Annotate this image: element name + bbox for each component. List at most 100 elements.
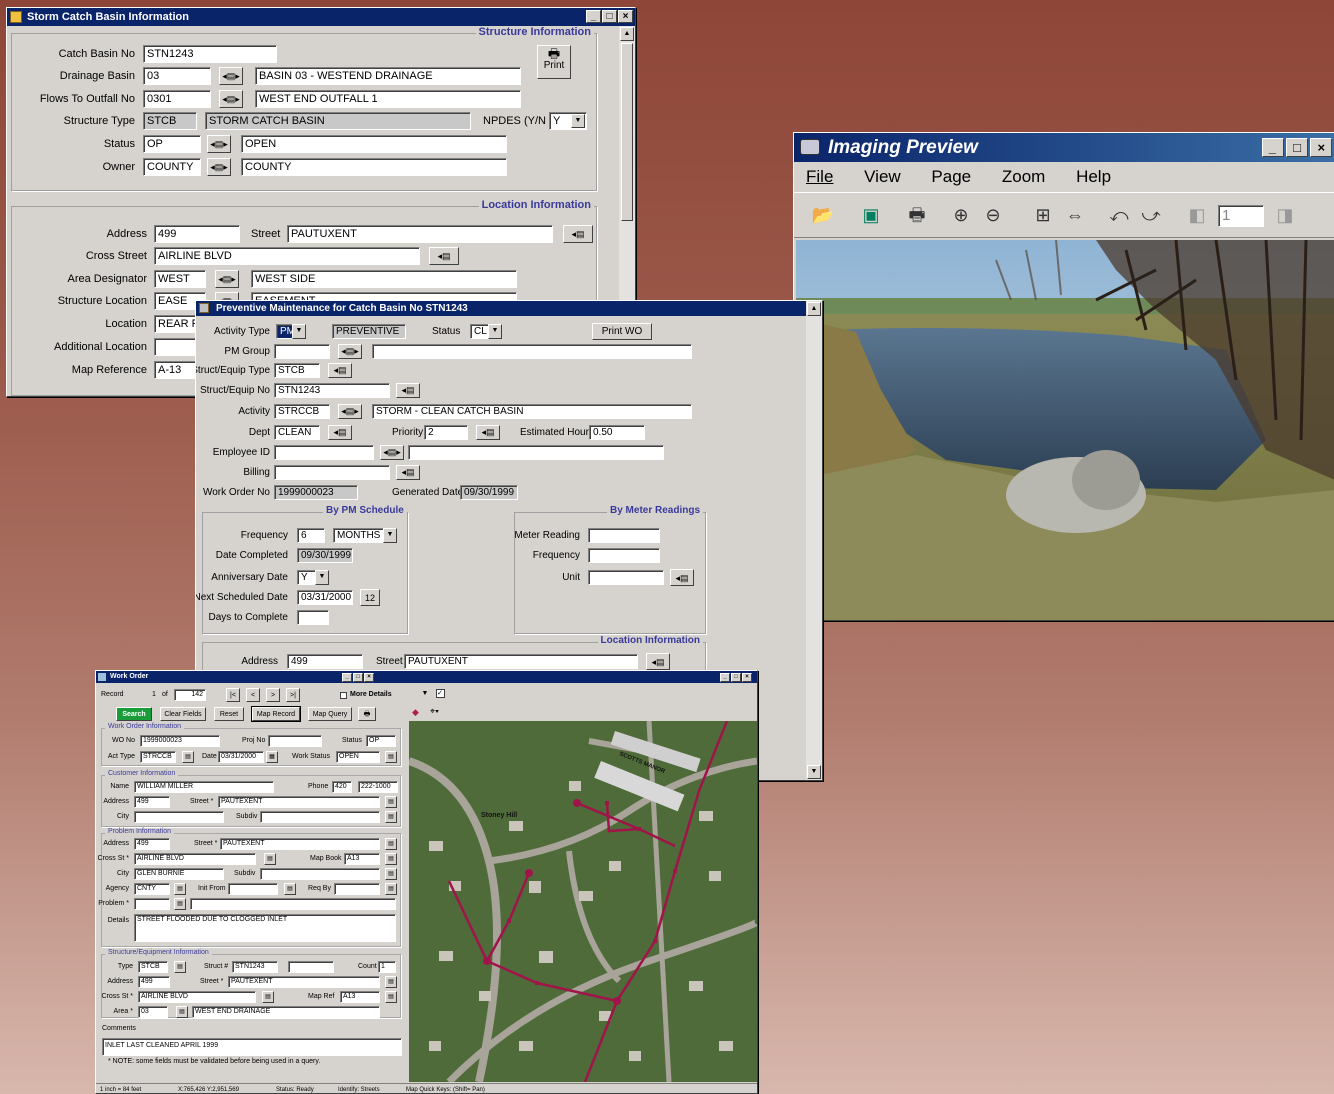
activity-type-dropdown-icon[interactable]: ▼	[292, 324, 306, 339]
prob-subdiv-field[interactable]	[260, 868, 380, 880]
rotate-left-icon[interactable]: ⤺	[1106, 202, 1132, 228]
se-cross-field[interactable]: AIRLINE BLVD	[138, 991, 256, 1003]
structure-type-field[interactable]: STCB	[143, 112, 197, 130]
owner-lookup-button[interactable]: ◂▤▸	[207, 158, 231, 176]
employee-desc[interactable]	[408, 445, 664, 460]
maximize-button[interactable]: □	[602, 10, 617, 23]
agency-field[interactable]: CNTY	[134, 883, 170, 895]
cross-street-lookup-button[interactable]: ◂▤	[429, 247, 459, 265]
menu-view[interactable]: View	[864, 167, 901, 186]
street-field[interactable]: PAUTUXENT	[287, 225, 553, 243]
drainage-basin-desc[interactable]: BASIN 03 - WESTEND DRAINAGE	[255, 67, 521, 85]
req-by-lookup-icon[interactable]: ▤	[385, 883, 397, 895]
map-close-button[interactable]: ×	[742, 673, 752, 682]
drainage-basin-field[interactable]: 03	[143, 67, 211, 85]
open-folder-icon[interactable]: 📂	[810, 202, 836, 228]
more-details-checkbox[interactable]	[340, 692, 347, 699]
map-record-button[interactable]: Map Record	[251, 706, 301, 722]
map-ref-field[interactable]: A13	[340, 991, 380, 1003]
wo-no-field[interactable]: 1999000023	[140, 735, 220, 747]
map-maximize-button[interactable]: □	[731, 673, 741, 682]
imaging-minimize-button[interactable]: _	[1262, 138, 1284, 157]
frequency-field[interactable]: 6	[297, 528, 325, 543]
wo-status-select[interactable]: OP	[366, 735, 396, 747]
se-address-field[interactable]: 499	[138, 976, 170, 988]
se-type-lookup-icon[interactable]: ▤	[174, 961, 186, 973]
map-eraser-icon[interactable]: ◆	[412, 707, 419, 718]
cust-address-field[interactable]: 499	[134, 796, 170, 808]
scroll-thumb[interactable]	[621, 43, 633, 221]
pm-address-field[interactable]: 499	[287, 654, 363, 669]
employee-lookup-button[interactable]: ◂▤▸	[380, 445, 404, 460]
priority-lookup-button[interactable]: ◂▤	[476, 425, 500, 440]
cust-subdiv-field[interactable]	[260, 811, 380, 823]
days-to-complete-field[interactable]	[297, 610, 329, 625]
work-status-lookup-icon[interactable]: ▤	[385, 751, 397, 763]
se-type-field[interactable]: STCB	[138, 961, 168, 973]
cust-city-field[interactable]	[134, 811, 224, 823]
npdes-dropdown-icon[interactable]: ▼	[571, 114, 585, 128]
date-field[interactable]: 03/31/2000	[218, 751, 264, 763]
map-query-button[interactable]: Map Query	[308, 707, 352, 721]
outfall-lookup-button[interactable]: ◂▤▸	[219, 90, 243, 108]
init-from-field[interactable]	[228, 883, 278, 895]
clear-fields-button[interactable]: Clear Fields	[160, 707, 206, 721]
close-button[interactable]: ×	[618, 10, 633, 23]
prob-city-field[interactable]: GLEN BURNIE	[134, 868, 224, 880]
minimize-button[interactable]: _	[586, 10, 601, 23]
area-lookup-icon[interactable]: ▤	[176, 1006, 188, 1018]
reset-button[interactable]: Reset	[214, 707, 244, 721]
dept-lookup-button[interactable]: ◂▤	[328, 425, 352, 440]
cust-street-field[interactable]: PAUTEXENT	[218, 796, 380, 808]
init-from-lookup-icon[interactable]: ▤	[284, 883, 296, 895]
map-book-field[interactable]: A13	[344, 853, 380, 865]
details-field[interactable]: STREET FLOODED DUE TO CLOGGED INLET	[134, 914, 396, 942]
struct-equip-no-lookup-button[interactable]: ◂▤	[396, 383, 420, 398]
pm-scrollbar[interactable]: ▲ ▼	[806, 301, 822, 780]
calendar-icon[interactable]: 12	[360, 589, 380, 606]
print-icon[interactable]: 🖶	[904, 202, 930, 228]
cross-street-field[interactable]: AIRLINE BLVD	[154, 247, 420, 265]
map-layer-dropdown-icon[interactable]: ▼	[418, 688, 432, 702]
activity-lookup-button[interactable]: ◂▤▸	[338, 404, 362, 419]
pm-status-dropdown-icon[interactable]: ▼	[488, 324, 502, 339]
se-street-field[interactable]: PAUTEXENT	[228, 976, 380, 988]
flows-to-outfall-field[interactable]: 0301	[143, 90, 211, 108]
wo-minimize-button[interactable]: _	[342, 673, 352, 682]
menu-zoom[interactable]: Zoom	[1002, 167, 1045, 186]
menu-page[interactable]: Page	[931, 167, 971, 186]
agency-lookup-icon[interactable]: ▤	[174, 883, 186, 895]
map-identify-icon[interactable]: ⌖▾	[430, 706, 439, 717]
estimated-hours-field[interactable]: 0.50	[589, 425, 645, 440]
print-wo-button[interactable]: Print WO	[592, 323, 652, 340]
phone-number-field[interactable]: 222-1000	[358, 781, 398, 793]
wo-print-icon[interactable]: 🖶	[358, 707, 376, 721]
print-button[interactable]: 🖶 Print	[537, 45, 571, 79]
act-type-field[interactable]: STRCCB	[140, 751, 176, 763]
count-field[interactable]: 1	[378, 961, 396, 973]
act-type-lookup-icon[interactable]: ▤	[182, 751, 194, 763]
pm-street-lookup-button[interactable]: ◂▤	[646, 653, 670, 670]
comments-field[interactable]: INLET LAST CLEANED APRIL 1999	[102, 1038, 402, 1056]
pm-street-field[interactable]: PAUTUXENT	[404, 654, 638, 669]
pm-scroll-up[interactable]: ▲	[807, 302, 821, 316]
struct-equip-type-field[interactable]: STCB	[274, 363, 320, 378]
se-street-lookup-icon[interactable]: ▤	[385, 976, 397, 988]
struct-equip-no-field[interactable]: STN1243	[274, 383, 390, 398]
cross-st-lookup-icon[interactable]: ▤	[264, 853, 276, 865]
next-record-button[interactable]: >	[266, 688, 280, 702]
name-field[interactable]: WILLIAM MILLER	[134, 781, 274, 793]
map-book-lookup-icon[interactable]: ▤	[385, 853, 397, 865]
struct-equip-type-lookup-button[interactable]: ◂▤	[328, 363, 352, 378]
problem-desc-field[interactable]	[190, 898, 396, 910]
owner-desc[interactable]: COUNTY	[241, 158, 507, 176]
phone-area-field[interactable]: 420	[332, 781, 352, 793]
frequency-unit-dropdown-icon[interactable]: ▼	[383, 528, 397, 543]
imaging-close-button[interactable]: ×	[1310, 138, 1332, 157]
image-icon[interactable]: ▣	[858, 202, 884, 228]
dept-field[interactable]: CLEAN	[274, 425, 320, 440]
meter-reading-field[interactable]	[588, 528, 660, 543]
area-field[interactable]: 03	[138, 1006, 168, 1018]
struct-no-suffix-field[interactable]	[288, 961, 334, 973]
imaging-maximize-button[interactable]: □	[1286, 138, 1308, 157]
